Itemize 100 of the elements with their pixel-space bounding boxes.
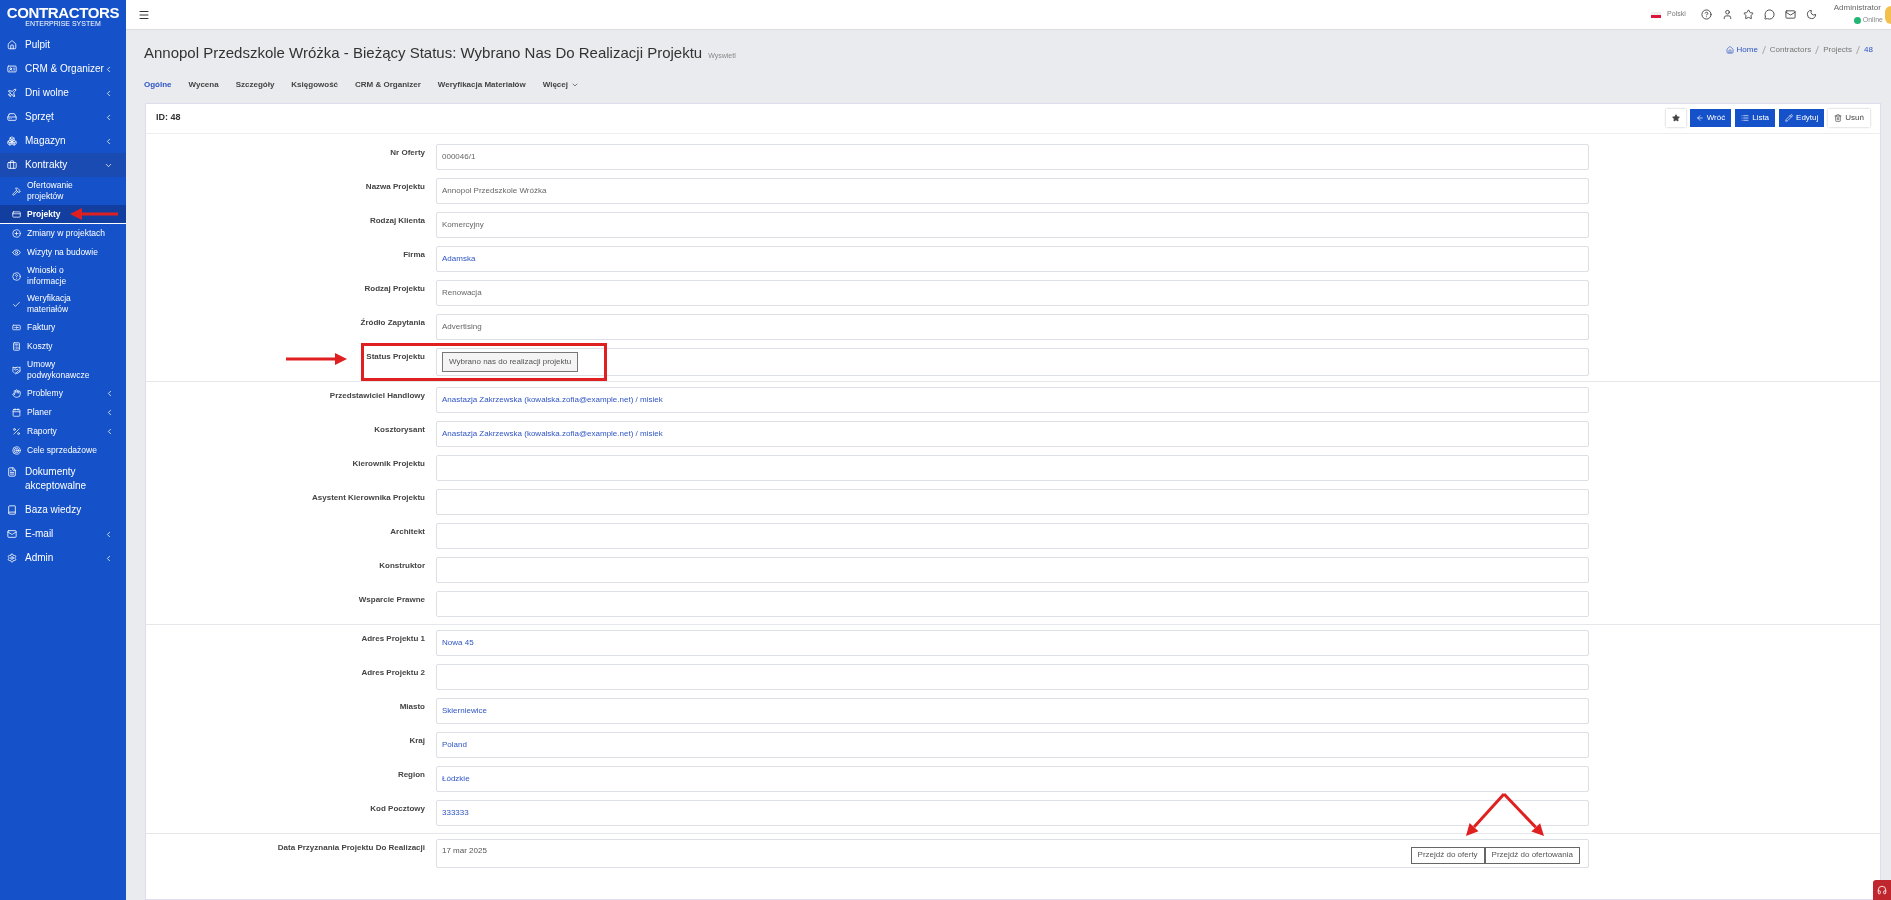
gear-icon	[7, 553, 17, 563]
sidebar-item[interactable]: Dokumenty akceptowalne	[0, 460, 126, 498]
chevron-down-icon	[104, 161, 113, 170]
star-icon[interactable]	[1742, 9, 1754, 20]
status-tag: Wybrano nas do realizacji projektu	[442, 351, 579, 372]
tab[interactable]: Księgowość	[291, 78, 339, 91]
field-label: Kod Pocztowy	[370, 803, 425, 814]
chevron-left-icon	[105, 427, 114, 436]
sidebar-subitem[interactable]: Problemy	[0, 384, 126, 403]
chevron-left-icon	[104, 89, 113, 98]
action-button[interactable]: Edytuj	[1779, 109, 1825, 127]
field-label: Architekt	[390, 526, 425, 537]
sidebar-item[interactable]: Sprzęt	[0, 105, 126, 129]
tab[interactable]: Ogólne	[144, 78, 172, 91]
form-field: Łódzkie	[436, 765, 1589, 792]
field-label: Źródło Zapytania	[360, 317, 425, 328]
form-field: Skierniewice	[436, 697, 1589, 724]
form-field: Anastazja Zakrzewska (kowalska.zofia@example.net) / misiek	[436, 386, 1589, 413]
sidebar-subitem[interactable]: Umowy podwykonawcze	[0, 356, 126, 384]
moon-icon[interactable]	[1805, 9, 1817, 20]
field-label: Rodzaj Klienta	[369, 215, 425, 226]
sidebar-item[interactable]: Baza wiedzy	[0, 498, 126, 522]
form-field: Poland	[436, 731, 1589, 758]
mail-icon[interactable]	[1784, 9, 1796, 20]
breadcrumb-separator-icon	[1856, 46, 1861, 54]
chevron-left-icon	[104, 137, 113, 146]
drive-icon	[7, 112, 17, 122]
field-label: Kraj	[409, 735, 425, 746]
handshake-icon	[12, 365, 21, 375]
tab[interactable]: Weryfikacja Materiałów	[437, 78, 526, 91]
chat-icon[interactable]	[1763, 9, 1775, 20]
form-field: 000046/1	[436, 143, 1589, 170]
action-button[interactable]: Usuń	[1828, 109, 1870, 127]
sidebar-item[interactable]: Pulpit	[0, 33, 126, 57]
sidebar-item[interactable]: CRM & Organizer	[0, 57, 126, 81]
annotation-arrow	[1502, 792, 1544, 836]
hammer-icon	[12, 186, 21, 196]
breadcrumb-separator-icon	[1815, 46, 1820, 54]
support-button[interactable]	[1873, 880, 1891, 900]
breadcrumb-link[interactable]: Projects	[1823, 44, 1853, 56]
card-icon	[12, 209, 21, 219]
banknote-icon	[12, 323, 21, 332]
tab[interactable]: Wycena	[188, 78, 219, 91]
document-icon	[7, 467, 17, 477]
sidebar-subitem[interactable]: Wnioski o informacje	[0, 262, 126, 290]
breadcrumb-link[interactable]: Home	[1736, 44, 1758, 56]
chevron-left-icon	[104, 554, 113, 563]
chevron-left-icon	[104, 530, 113, 539]
annotation-arrow	[1466, 792, 1506, 836]
form-field: Nowa 45	[436, 629, 1589, 656]
sidebar-subitem[interactable]: Projekty	[0, 205, 126, 224]
sidebar-item[interactable]: E-mail	[0, 522, 126, 546]
percent-icon	[12, 427, 21, 436]
sidebar-subitem[interactable]: Zmiany w projektach	[0, 224, 126, 243]
field-label: Wsparcie Prawne	[358, 594, 425, 605]
favorite-button[interactable]	[1665, 109, 1686, 127]
flag-icon	[1651, 11, 1662, 18]
user-icon[interactable]	[1721, 9, 1733, 20]
field-label: Nr Oferty	[390, 147, 425, 158]
eye-icon	[12, 248, 21, 257]
target-icon	[12, 446, 21, 455]
home-icon	[7, 40, 17, 50]
field-label: Data Przyznania Projektu Do Realizacji	[277, 842, 425, 853]
sidebar-subitem[interactable]: Planer	[0, 403, 126, 422]
breadcrumb-link[interactable]: Contractors	[1769, 44, 1812, 56]
card-title: ID: 48	[156, 111, 181, 125]
tab[interactable]: CRM & Organizer	[355, 78, 421, 91]
field-label: Miasto	[399, 701, 425, 712]
menu-icon[interactable]	[138, 8, 150, 21]
annotation-arrow	[70, 208, 118, 220]
page-title: Annopol Przedszkole Wróżka - Bieżący Status: Wybrano Nas Do Realizacji Projektu	[144, 43, 703, 63]
action-button[interactable]: Lista	[1735, 109, 1776, 127]
sidebar-item[interactable]: Magazyn	[0, 129, 126, 153]
help-icon[interactable]	[1700, 9, 1712, 20]
sidebar-subitem[interactable]: Raporty	[0, 422, 126, 441]
form-field: Anastazja Zakrzewska (kowalska.zofia@example.net) / misiek	[436, 420, 1589, 447]
sidebar-subitem[interactable]: Faktury	[0, 318, 126, 337]
sidebar-subitem[interactable]: Wizyty na budowie	[0, 243, 126, 262]
sidebar-subitem[interactable]: Cele sprzedażowe	[0, 441, 126, 460]
breadcrumb-link[interactable]: 48	[1864, 44, 1873, 56]
form-field: Advertising	[436, 313, 1589, 340]
avatar	[1885, 5, 1891, 24]
tab[interactable]: Szczegóły	[235, 78, 275, 91]
tab[interactable]: Więcej	[542, 78, 579, 91]
sidebar-subitem[interactable]: Weryfikacja materiałów	[0, 290, 126, 318]
sidebar-item[interactable]: Kontrakty	[0, 153, 126, 177]
field-label: Kosztorysant	[374, 424, 425, 435]
trash-icon	[1834, 114, 1843, 122]
navigate-button[interactable]: Przejdź do oferty	[1410, 846, 1485, 864]
navigate-button[interactable]: Przejdź do ofertowania	[1484, 846, 1580, 864]
sidebar-subitem[interactable]: Ofertowanie projektów	[0, 177, 126, 205]
sidebar-subitem[interactable]: Koszty	[0, 337, 126, 356]
field-label: Firma	[403, 249, 425, 260]
field-label: Status Projektu	[366, 351, 425, 362]
field-label: Asystent Kierownika Projektu	[312, 492, 425, 503]
action-button[interactable]: Wróć	[1689, 109, 1732, 127]
sidebar-item[interactable]: Dni wolne	[0, 81, 126, 105]
headset-icon	[1877, 885, 1887, 895]
sidebar-item[interactable]: Admin	[0, 546, 126, 570]
briefcase-icon	[7, 160, 17, 170]
